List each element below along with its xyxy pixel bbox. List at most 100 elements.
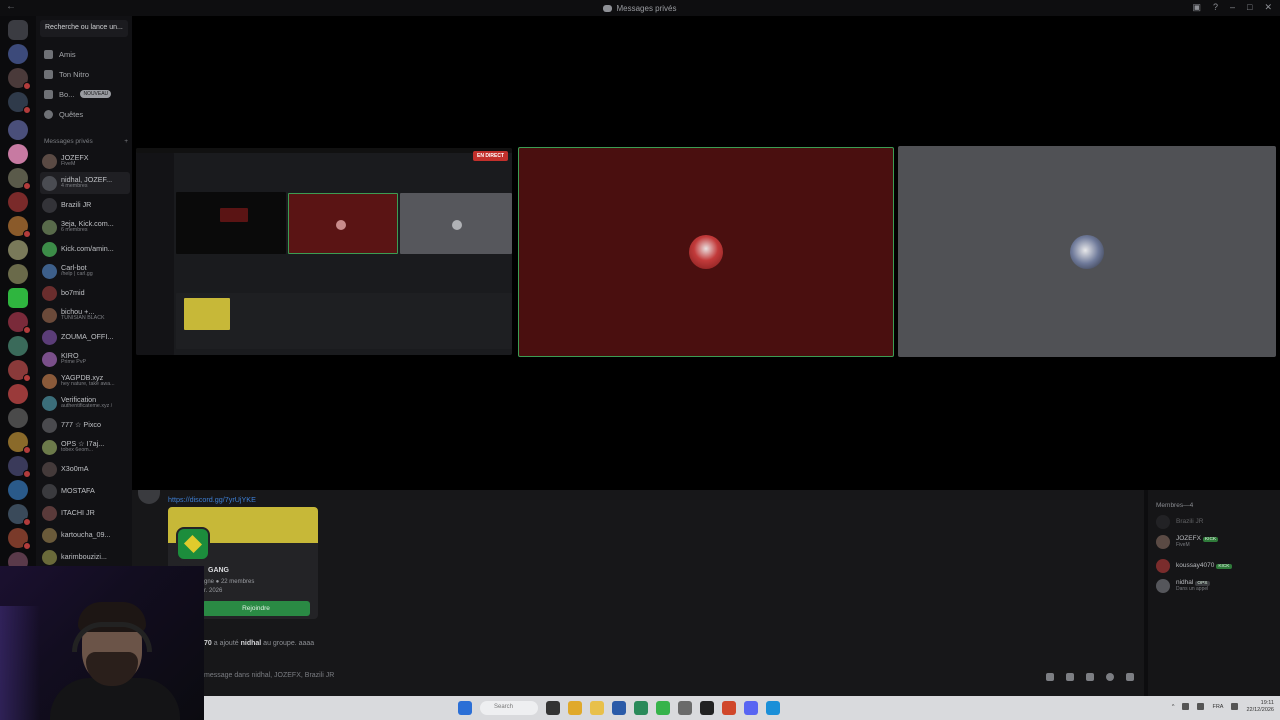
server-icon[interactable] <box>8 360 31 382</box>
server-icon[interactable] <box>8 216 31 238</box>
dm-item[interactable]: ZOUMA_OFFI... <box>40 326 130 348</box>
dm-item[interactable]: Kick.com/amin... <box>40 238 130 260</box>
app-icon[interactable] <box>612 701 626 715</box>
member-item[interactable]: nidhal OPS Dans un appel <box>1156 578 1210 594</box>
member-list: Membres—4 Brazili JR JOZEFX KICK FiveM kouss… <box>1148 490 1280 696</box>
dm-name: Brazili JR <box>61 201 92 209</box>
avatar <box>1156 515 1170 529</box>
minimize-button[interactable]: – <box>1230 2 1235 13</box>
dm-item[interactable]: 3eja, Kick.com... 6 membres <box>40 216 130 238</box>
add-dm-icon[interactable]: + <box>124 138 128 145</box>
wifi-icon[interactable] <box>1231 703 1239 711</box>
clock-time: 19:11 <box>1260 700 1274 706</box>
avatar <box>42 527 57 543</box>
server-icon[interactable] <box>8 408 28 428</box>
dm-item[interactable]: Carl-bot/help | carl.gg <box>40 260 130 282</box>
taskbar-clock[interactable]: 19:11 22/12/2026 <box>1246 700 1274 714</box>
dm-item[interactable]: X3o0mA <box>40 458 130 480</box>
tray-chevron-icon[interactable]: ^ <box>1172 704 1175 710</box>
member-item[interactable]: Brazili JR <box>1156 514 1203 530</box>
dm-item[interactable]: ITACHI JR <box>40 502 130 524</box>
member-item[interactable]: JOZEFX KICK FiveM <box>1156 534 1219 550</box>
dm-item[interactable]: bo7mid <box>40 282 130 304</box>
taskbar-search[interactable]: Search <box>480 701 538 715</box>
server-icon[interactable] <box>8 312 31 334</box>
edge-icon[interactable] <box>766 701 780 715</box>
discord-taskbar-icon[interactable] <box>744 701 758 715</box>
language-indicator[interactable]: FRA <box>1212 704 1223 710</box>
screen-share-tile[interactable]: EN DIRECT <box>136 148 512 355</box>
gif-icon[interactable] <box>1066 673 1074 681</box>
dm-item[interactable]: kartoucha_09... <box>40 524 130 546</box>
dm-item[interactable]: karimbouzizi... <box>40 546 130 568</box>
server-icon[interactable] <box>8 336 28 356</box>
server-icon[interactable] <box>8 68 31 90</box>
dm-item[interactable]: Verification authentificateme.xyz / <box>40 392 130 414</box>
dm-item[interactable]: YAGPDB.xyz hey nature, take awa... <box>40 370 130 392</box>
message-input[interactable]: message dans nidhal, JOZEFX, Brazili JR <box>204 666 1144 688</box>
volume-icon[interactable] <box>1197 703 1205 711</box>
nav-friends[interactable]: Amis <box>44 46 76 62</box>
dm-item[interactable]: Brazili JR <box>40 194 130 216</box>
server-icon[interactable] <box>8 528 31 550</box>
nav-shop[interactable]: Bo... NOUVEAU <box>44 86 112 102</box>
shared-avatar <box>336 220 346 230</box>
dm-item[interactable]: JOZEFX FiveM <box>40 150 130 172</box>
nav-nitro[interactable]: Ton Nitro <box>44 66 89 82</box>
start-menu-icon[interactable] <box>458 701 472 715</box>
server-icon[interactable] <box>8 192 28 212</box>
task-view-icon[interactable] <box>546 701 560 715</box>
server-icon[interactable] <box>8 504 31 526</box>
server-icon[interactable] <box>8 168 31 190</box>
app-icon[interactable] <box>722 701 736 715</box>
sticker-icon[interactable] <box>1086 673 1094 681</box>
home-button[interactable] <box>8 20 28 40</box>
dm-item[interactable]: MOSTAFA <box>40 480 130 502</box>
dm-item[interactable]: bichou +... TUNISIAN BLACK <box>40 304 130 326</box>
avatar <box>1156 579 1170 593</box>
whatsapp-icon[interactable] <box>656 701 670 715</box>
member-item[interactable]: koussay4070 KICK <box>1156 558 1232 574</box>
dm-item[interactable]: OPS ☆ I7aj... tobex 6eom... <box>40 436 130 458</box>
video-tile-speaking[interactable] <box>518 147 894 357</box>
file-explorer-icon[interactable] <box>590 701 604 715</box>
close-button[interactable]: ✕ <box>1264 2 1272 13</box>
server-icon[interactable] <box>8 120 28 140</box>
server-icon[interactable] <box>8 264 28 284</box>
server-icon[interactable] <box>8 240 28 260</box>
gift-icon[interactable] <box>1046 673 1054 681</box>
server-icon[interactable] <box>8 432 31 454</box>
dm-header-label: Messages privés <box>44 138 93 145</box>
title-bar: ← Messages privés ▣ ? – □ ✕ <box>0 0 1280 16</box>
settings-icon[interactable] <box>678 701 692 715</box>
search-conversation-button[interactable]: Recherche ou lance un... <box>40 20 128 37</box>
inbox-icon[interactable]: ▣ <box>1192 2 1201 13</box>
friends-icon <box>44 49 53 59</box>
app-icon[interactable] <box>634 701 648 715</box>
dm-item[interactable]: nidhal, JOZEF... 4 membres <box>40 172 130 194</box>
back-arrow-icon[interactable]: ← <box>6 1 16 12</box>
kick-server-icon[interactable] <box>8 288 28 308</box>
app-icon[interactable] <box>700 701 714 715</box>
apps-icon[interactable] <box>1126 673 1134 681</box>
join-button[interactable]: Rejoindre <box>202 601 310 616</box>
nav-quests[interactable]: Quêtes <box>44 106 83 122</box>
server-icon[interactable] <box>8 384 28 404</box>
dm-item[interactable]: KIRO Prime PvP <box>40 348 130 370</box>
avatar <box>42 263 57 279</box>
video-tile[interactable] <box>898 146 1276 357</box>
chrome-icon[interactable] <box>568 701 582 715</box>
dm-item[interactable]: 777 ☆ Pixco <box>40 414 130 436</box>
help-icon[interactable]: ? <box>1213 2 1218 13</box>
server-icon[interactable] <box>8 92 31 114</box>
maximize-button[interactable]: □ <box>1247 2 1252 13</box>
server-icon[interactable] <box>8 456 31 478</box>
dm-status: FiveM <box>61 161 76 168</box>
server-icon[interactable] <box>8 44 28 64</box>
invite-link[interactable]: https://discord.gg/7yrUjYKE <box>168 495 256 504</box>
server-icon[interactable] <box>8 480 28 500</box>
avatar <box>42 285 57 301</box>
server-icon[interactable] <box>8 144 28 164</box>
network-icon[interactable] <box>1182 703 1190 711</box>
emoji-icon[interactable] <box>1106 673 1114 681</box>
